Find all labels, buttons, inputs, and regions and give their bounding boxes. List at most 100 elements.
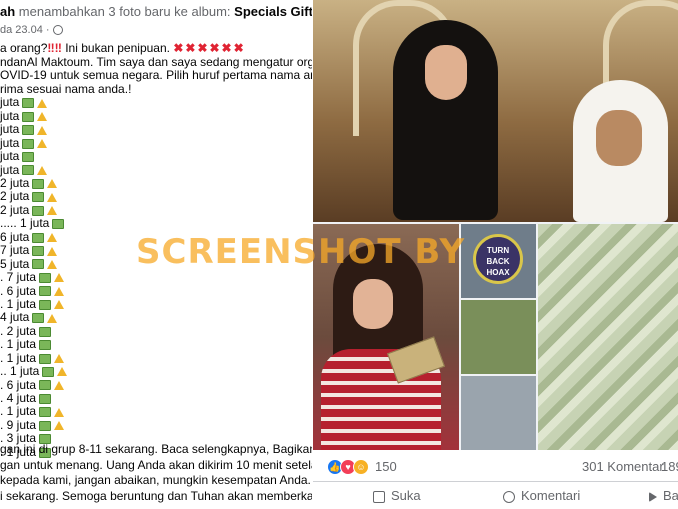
prize-list: juta juta juta juta juta juta 2 juta 2 j… [0,96,312,459]
share-label: Ba [663,488,678,503]
post-action-bar: Suka Komentari Ba [313,482,678,509]
footer-line: gan ini di grup 8-11 sekarang. Baca sele… [0,442,312,456]
list-item: . 1 juta [0,351,312,365]
money-icon [22,165,35,176]
post-action-text: menambahkan 3 foto baru ke album: [18,4,231,19]
like-button[interactable]: Suka [373,488,421,503]
list-item: . 1 juta [0,297,312,311]
list-item: juta [0,109,312,123]
party-icon [37,165,48,175]
screenshot-watermark: SCREENSHOT BY [136,232,466,272]
list-item: juta [0,136,312,150]
party-icon [54,286,65,296]
album-link[interactable]: Specials Gift [234,4,312,19]
list-item: 2 juta [0,176,312,190]
woman-face [353,279,393,329]
party-icon [54,300,65,310]
body-line-3: OVID-19 untuk semua negara. Pilih huruf … [0,68,312,83]
body-line-1: a orang?‼‼ Ini bukan penipuan. ✖✖✖✖✖✖ [0,41,246,55]
list-item: 2 juta [0,190,312,203]
money-icon [39,272,52,283]
list-item: . 1 juta [0,337,312,351]
money-icon [22,151,35,162]
money-icon [32,313,45,324]
party-icon [47,259,58,269]
body-line-2: ndanAl Maktoum. Tim saya dan saya sedang… [0,54,312,69]
party-icon [47,246,58,256]
money-icon [22,125,35,136]
photo-hoax-badge[interactable]: TURN BACK HOAX [461,224,536,298]
money-icon [39,393,52,404]
list-item: ..... 1 juta [0,217,312,230]
list-item: . 7 juta [0,270,312,284]
money-icon [39,353,52,364]
photo-couple[interactable] [313,0,678,222]
money-icon [32,232,45,243]
footer-line: kepada kami, jangan abaikan, mungkin kes… [0,473,311,487]
post-time[interactable]: da 23.04 [0,24,43,36]
list-item: .. 1 juta [0,364,312,378]
post-header: ah menambahkan 3 foto baru ke album: Spe… [0,4,312,19]
list-item: . 4 juta [0,391,312,405]
cross-mark-icons: ✖✖✖✖✖✖ [173,41,246,55]
list-item: . 1 juta [0,405,312,418]
comment-icon [503,490,515,503]
list-item: juta [0,149,312,163]
money-icon [39,380,52,391]
reaction-count[interactable]: 150 [375,459,397,474]
money-icon [32,259,45,270]
like-label: Suka [391,488,421,503]
author-name[interactable]: ah [0,4,15,19]
party-icon [47,313,58,323]
party-icon [47,233,58,243]
money-icon [22,138,35,149]
party-icon [37,112,48,122]
separator-dot: · [45,24,50,36]
list-item: . 9 juta [0,418,312,432]
comment-label: Komentari [521,488,581,503]
party-icon [54,380,65,390]
party-icon [37,125,48,135]
party-icon [54,354,65,364]
turnbackhoax-badge-icon: TURN BACK HOAX [473,234,523,284]
party-icon [47,206,58,216]
comment-count[interactable]: 301 Komentar [582,459,664,474]
party-icon [54,273,65,283]
money-icon [39,326,52,337]
reaction-icons[interactable]: 👍 ♥ ☺ [327,458,369,475]
woman-face [425,45,467,100]
money-icon [39,340,52,351]
double-exclamation-icon: ‼‼ [47,41,62,55]
photo-money-stacks[interactable] [538,224,678,450]
money-icon [32,246,45,257]
money-icon [22,98,35,109]
comment-button[interactable]: Komentari [503,488,580,503]
money-icon [52,219,65,230]
money-icon [39,420,52,431]
share-count[interactable]: 189 [661,459,678,474]
party-icon [37,98,48,108]
list-item: . 6 juta [0,284,312,298]
list-item: juta [0,122,312,136]
list-item: . 6 juta [0,378,312,392]
money-icon [22,111,35,122]
post-timestamp[interactable]: da 23.04 · [0,24,63,36]
money-icon [39,407,52,418]
list-item: juta [0,96,312,109]
party-icon [57,367,68,377]
wow-reaction-icon: ☺ [353,458,369,475]
money-icon [39,286,52,297]
list-item: . 2 juta [0,324,312,338]
photo-man-car[interactable] [461,300,536,374]
photo-man-car-2[interactable] [461,376,536,450]
party-icon [54,421,65,431]
share-button[interactable]: Ba [649,488,678,503]
party-icon [54,407,65,417]
money-icon [42,366,55,377]
list-item: 2 juta [0,203,312,217]
man-face [596,110,642,166]
footer-line: i sekarang. Semoga beruntung dan Tuhan a… [0,488,312,503]
money-icon [32,192,45,203]
party-icon [37,139,48,149]
photo-collage[interactable]: TURN BACK HOAX [313,0,678,450]
